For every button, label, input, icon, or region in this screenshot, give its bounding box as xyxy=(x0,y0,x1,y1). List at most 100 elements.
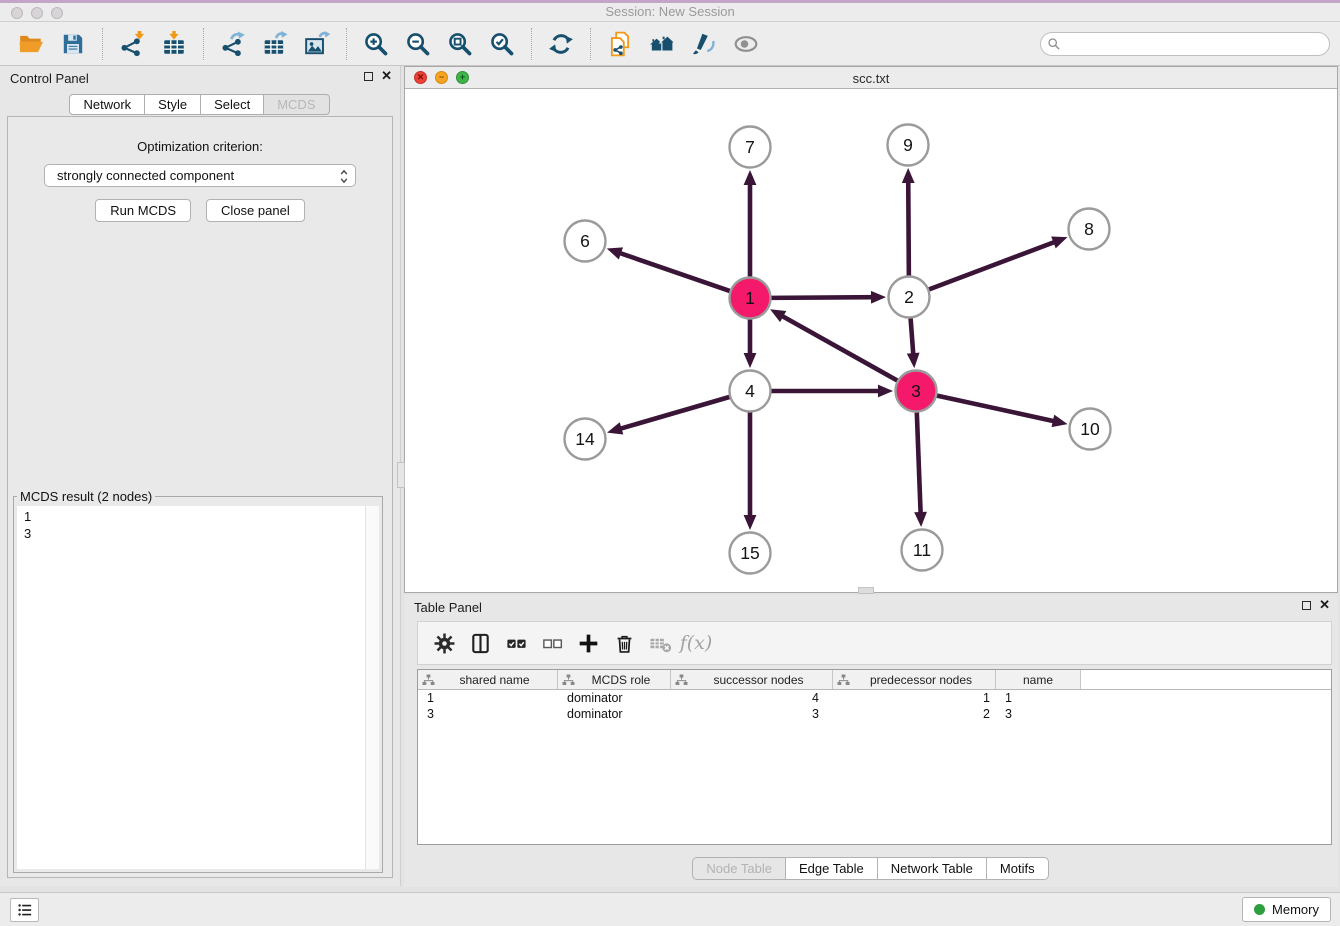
unselect-all-columns-button[interactable] xyxy=(534,625,570,661)
automation-panel-button[interactable] xyxy=(10,898,39,922)
tree-icon xyxy=(675,674,688,686)
delete-columns-button[interactable] xyxy=(606,625,642,661)
cell-shared-name[interactable]: 3 xyxy=(418,706,558,722)
close-panel-icon[interactable]: ✕ xyxy=(381,70,392,82)
network-canvas[interactable]: 7 9 6 8 1 2 4 3 14 10 15 11 xyxy=(405,89,1337,592)
tab-motifs[interactable]: Motifs xyxy=(986,857,1049,880)
export-image-button[interactable] xyxy=(301,27,333,61)
cell-name[interactable]: 1 xyxy=(996,690,1081,706)
table-toolbar: f(x) xyxy=(417,621,1332,665)
search-input[interactable] xyxy=(1040,32,1330,56)
style-button[interactable] xyxy=(688,27,720,61)
run-mcds-button[interactable]: Run MCDS xyxy=(95,199,191,222)
control-panel-tabs: NetworkStyleSelectMCDS xyxy=(0,94,400,115)
graph-node-10[interactable]: 10 xyxy=(1070,409,1111,450)
graph-edge-1-6[interactable] xyxy=(619,253,730,291)
table-row-1[interactable]: 1dominator411 xyxy=(418,690,1331,706)
cell-mcds-role[interactable]: dominator xyxy=(558,706,671,722)
mcds-result-group: MCDS result (2 nodes) 1 3 xyxy=(13,489,383,873)
float-panel-icon[interactable] xyxy=(364,72,373,81)
graph-node-3[interactable]: 3 xyxy=(896,371,937,412)
close-table-panel-icon[interactable]: ✕ xyxy=(1319,599,1330,611)
cell-mcds-role[interactable]: dominator xyxy=(558,690,671,706)
graph-edge-3-10[interactable] xyxy=(937,396,1055,422)
open-session-button[interactable] xyxy=(15,27,47,61)
result-scrollbar[interactable] xyxy=(365,506,379,869)
cell-shared-name[interactable]: 1 xyxy=(418,690,558,706)
select-all-columns-button[interactable] xyxy=(498,625,534,661)
plus-icon xyxy=(577,632,600,655)
mcds-result-list[interactable]: 1 3 xyxy=(17,506,379,869)
tab-style[interactable]: Style xyxy=(144,94,201,115)
svg-text:7: 7 xyxy=(745,137,755,157)
zoom-selected-button[interactable] xyxy=(486,27,518,61)
column-header-predecessor-nodes[interactable]: predecessor nodes xyxy=(833,670,996,689)
graph-edge-4-14[interactable] xyxy=(620,397,730,429)
cell-successor-nodes[interactable]: 4 xyxy=(671,690,833,706)
refresh-button[interactable] xyxy=(545,27,577,61)
table-header-row: shared nameMCDS rolesuccessor nodesprede… xyxy=(418,670,1331,690)
refresh-icon xyxy=(548,31,574,57)
graph-node-2[interactable]: 2 xyxy=(889,277,930,318)
column-header-name[interactable]: name xyxy=(996,670,1081,689)
panel-splitter-handle-horizontal[interactable] xyxy=(858,587,874,594)
table-options-button[interactable] xyxy=(426,625,462,661)
tab-network[interactable]: Network xyxy=(69,94,145,115)
graph-node-14[interactable]: 14 xyxy=(565,419,606,460)
graph-node-11[interactable]: 11 xyxy=(902,530,943,571)
graph-node-7[interactable]: 7 xyxy=(730,127,771,168)
function-builder-button: f(x) xyxy=(678,625,714,661)
graph-node-15[interactable]: 15 xyxy=(730,533,771,574)
graph-edge-2-8[interactable] xyxy=(929,242,1055,290)
graph-node-8[interactable]: 8 xyxy=(1069,209,1110,250)
graph-edge-2-9[interactable] xyxy=(908,181,909,276)
cell-name[interactable]: 3 xyxy=(996,706,1081,722)
graph-edge-arrow-2-8 xyxy=(1051,236,1067,248)
tab-mcds[interactable]: MCDS xyxy=(263,94,329,115)
table-row-2[interactable]: 3dominator323 xyxy=(418,706,1331,722)
export-table-button[interactable] xyxy=(259,27,291,61)
zoom-out-button[interactable] xyxy=(402,27,434,61)
clone-network-button[interactable] xyxy=(604,27,636,61)
svg-text:6: 6 xyxy=(580,231,590,251)
graph-edge-3-11[interactable] xyxy=(917,412,921,514)
graph-edge-3-1[interactable] xyxy=(781,316,897,381)
cell-predecessor-nodes[interactable]: 1 xyxy=(833,690,996,706)
graph-edge-1-2[interactable] xyxy=(771,297,873,298)
create-column-button[interactable] xyxy=(570,625,606,661)
import-network-button[interactable] xyxy=(116,27,148,61)
import-table-button[interactable] xyxy=(158,27,190,61)
close-panel-button[interactable]: Close panel xyxy=(206,199,305,222)
column-header-shared-name[interactable]: shared name xyxy=(418,670,558,689)
svg-text:2: 2 xyxy=(904,287,914,307)
zoom-in-button[interactable] xyxy=(360,27,392,61)
float-table-panel-icon[interactable] xyxy=(1302,601,1311,610)
network-canvas-svg: 7 9 6 8 1 2 4 3 14 10 15 11 xyxy=(405,89,1337,592)
graph-node-4[interactable]: 4 xyxy=(730,371,771,412)
tab-network-table[interactable]: Network Table xyxy=(877,857,987,880)
column-label: predecessor nodes xyxy=(833,673,995,687)
graph-node-9[interactable]: 9 xyxy=(888,125,929,166)
graph-edge-2-3[interactable] xyxy=(911,318,914,355)
column-header-mcds-role[interactable]: MCDS role xyxy=(558,670,671,689)
home-button[interactable] xyxy=(646,27,678,61)
column-header-successor-nodes[interactable]: successor nodes xyxy=(671,670,833,689)
application-window: Session: New Session Control Panel ✕ Net… xyxy=(0,0,1340,926)
tab-select[interactable]: Select xyxy=(200,94,264,115)
mcds-result-values: 1 3 xyxy=(17,506,364,869)
tab-edge-table[interactable]: Edge Table xyxy=(785,857,878,880)
memory-button[interactable]: Memory xyxy=(1242,897,1331,922)
show-column-button[interactable] xyxy=(462,625,498,661)
cell-successor-nodes[interactable]: 3 xyxy=(671,706,833,722)
save-session-button[interactable] xyxy=(57,27,89,61)
optimization-criterion-select[interactable]: strongly connected component xyxy=(44,164,356,187)
graph-node-6[interactable]: 6 xyxy=(565,221,606,262)
export-network-button[interactable] xyxy=(217,27,249,61)
zoom-fit-button[interactable] xyxy=(444,27,476,61)
cell-predecessor-nodes[interactable]: 2 xyxy=(833,706,996,722)
svg-text:4: 4 xyxy=(745,381,755,401)
panel-splitter-handle-vertical[interactable] xyxy=(397,462,405,488)
export-image-icon xyxy=(304,31,330,57)
tab-node-table[interactable]: Node Table xyxy=(692,857,786,880)
graph-node-1[interactable]: 1 xyxy=(730,278,771,319)
